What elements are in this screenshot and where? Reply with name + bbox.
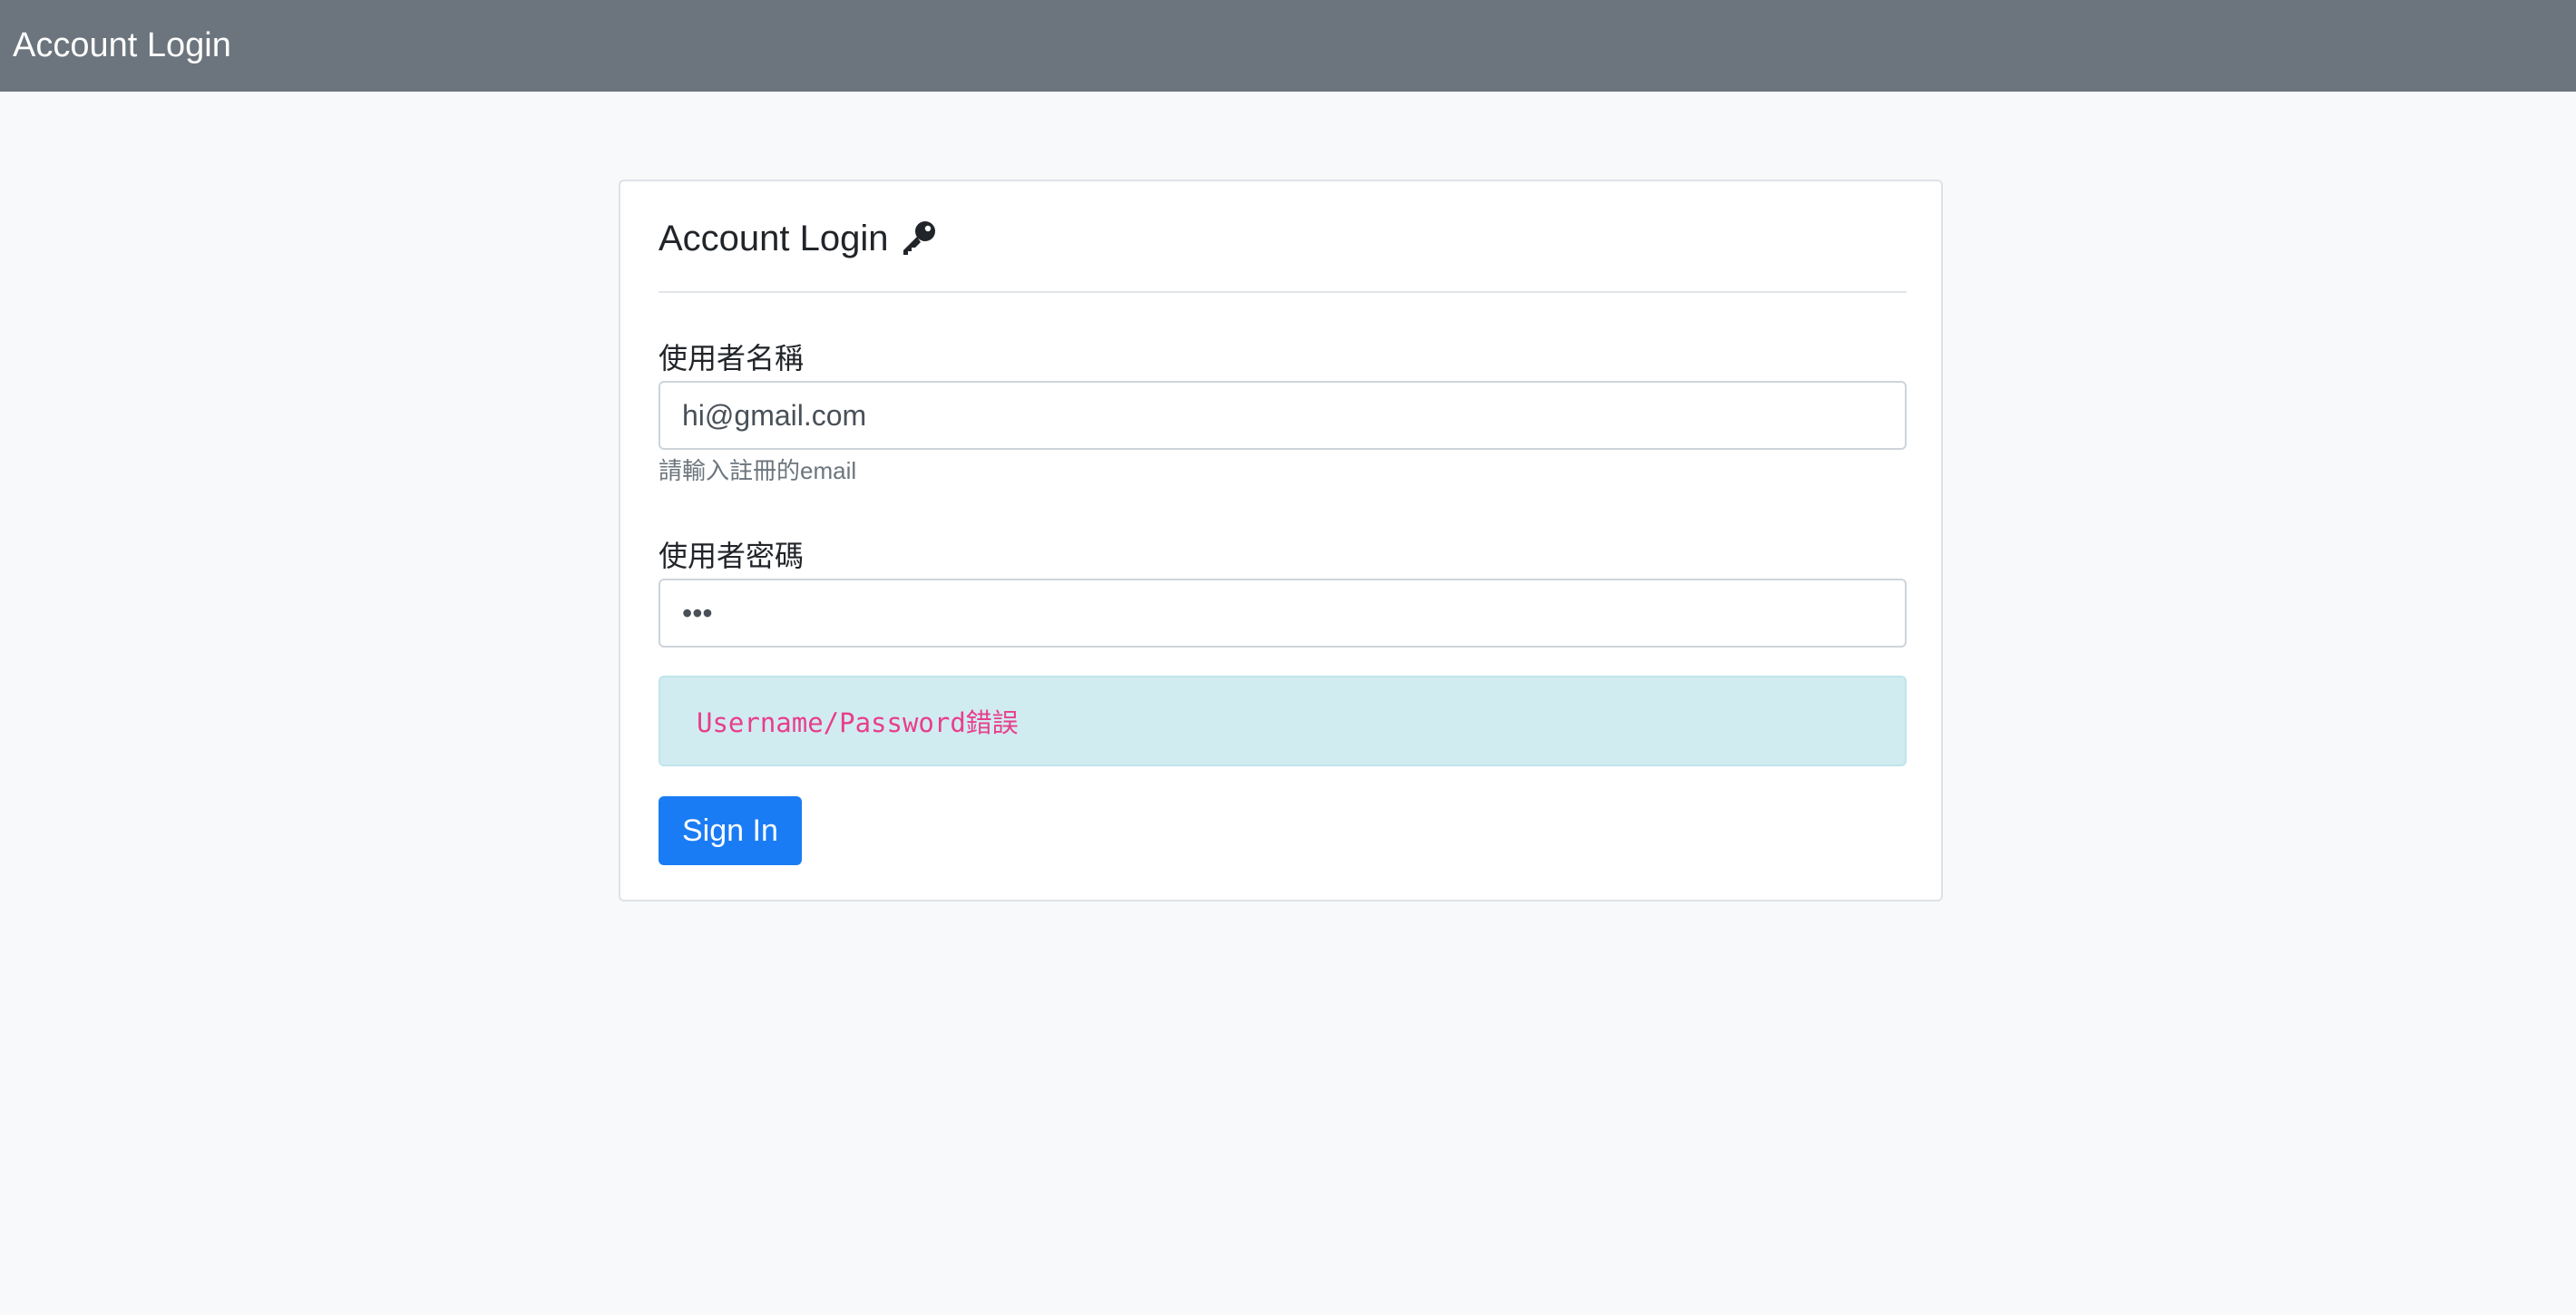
error-alert: Username/Password錯誤 [659, 676, 1907, 766]
card-title-text: Account Login [659, 219, 889, 258]
login-card: Account Login 使用者名稱 請輸入註冊的email 使用者密碼 Us… [619, 180, 1943, 901]
card-divider [659, 291, 1907, 293]
navbar-brand[interactable]: Account Login [13, 26, 231, 65]
key-icon [898, 219, 938, 258]
sign-in-button[interactable]: Sign In [659, 796, 802, 865]
card-title: Account Login [659, 216, 938, 261]
username-label: 使用者名稱 [659, 342, 805, 375]
username-help-text: 請輸入註冊的email [659, 457, 857, 484]
username-input[interactable] [659, 381, 1907, 450]
password-input[interactable] [659, 579, 1907, 648]
navbar: Account Login [0, 0, 2576, 92]
password-label: 使用者密碼 [659, 540, 805, 572]
error-alert-message: Username/Password錯誤 [697, 707, 1019, 738]
